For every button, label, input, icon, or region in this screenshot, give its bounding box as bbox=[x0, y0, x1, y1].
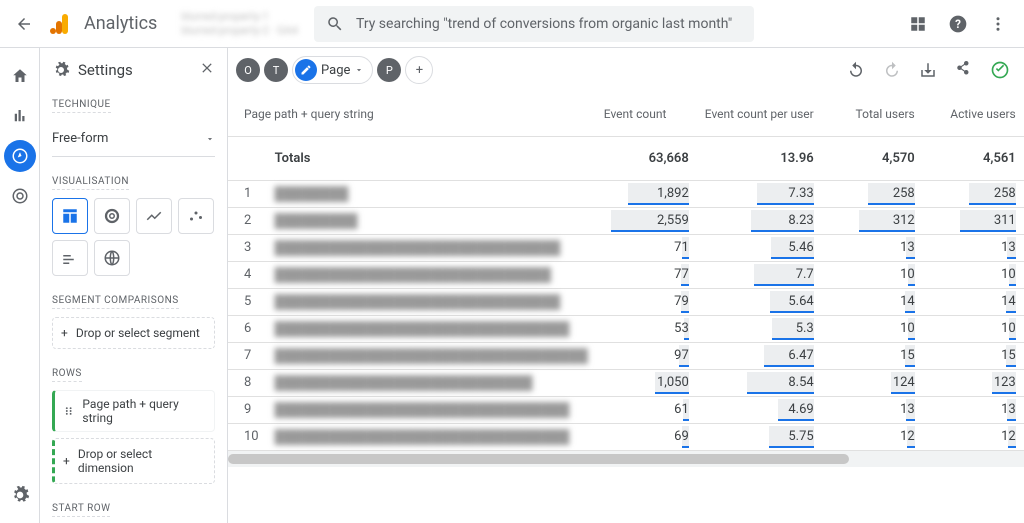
pencil-icon bbox=[300, 64, 312, 76]
dimension-dropzone[interactable]: +Drop or select dimension bbox=[52, 438, 215, 484]
global-search[interactable]: Try searching "trend of conversions from… bbox=[314, 6, 754, 42]
chip-t[interactable]: T bbox=[264, 58, 288, 82]
visualisation-label: VISUALISATION bbox=[52, 176, 129, 190]
table-row[interactable]: 4██████████████████████████████777.71010… bbox=[228, 261, 1024, 288]
table-row[interactable]: 5███████████████████████████████795.6414… bbox=[228, 288, 1024, 315]
globe-icon bbox=[103, 249, 121, 267]
explore-icon bbox=[11, 147, 29, 165]
gear-icon bbox=[52, 61, 70, 79]
table-row[interactable]: 9████████████████████████████████614.691… bbox=[228, 396, 1024, 423]
undo-button[interactable] bbox=[840, 54, 872, 86]
arrow-left-icon bbox=[15, 15, 33, 33]
undo-icon bbox=[847, 61, 865, 79]
back-button[interactable] bbox=[8, 8, 40, 40]
segment-label: SEGMENT COMPARISONS bbox=[52, 295, 179, 309]
search-placeholder: Try searching "trend of conversions from… bbox=[356, 16, 732, 32]
content-area: O T Page P + Page path + query st bbox=[228, 48, 1024, 523]
help-icon: ? bbox=[948, 14, 968, 34]
scatter-icon bbox=[187, 207, 205, 225]
add-tab-button[interactable]: + bbox=[405, 56, 433, 84]
nav-reports[interactable] bbox=[4, 100, 36, 132]
brand-name: Analytics bbox=[84, 13, 157, 34]
chip-p[interactable]: P bbox=[377, 58, 401, 82]
viz-scatter-button[interactable] bbox=[178, 198, 214, 234]
viz-donut-button[interactable] bbox=[94, 198, 130, 234]
redo-icon bbox=[883, 61, 901, 79]
table-row[interactable]: 8████████████████████████████1,0508.5412… bbox=[228, 369, 1024, 396]
close-settings-button[interactable] bbox=[199, 60, 215, 80]
table-row[interactable]: 10████████████████████████████████695.75… bbox=[228, 423, 1024, 450]
nav-advertising[interactable] bbox=[4, 180, 36, 212]
apps-button[interactable] bbox=[900, 6, 936, 42]
chevron-down-icon bbox=[205, 134, 215, 144]
nav-admin[interactable] bbox=[4, 479, 36, 511]
chip-o[interactable]: O bbox=[236, 58, 260, 82]
table-row[interactable]: 2█████████2,5598.23312311415 bbox=[228, 207, 1024, 234]
home-icon bbox=[11, 67, 29, 85]
close-icon bbox=[199, 60, 215, 76]
bar-chart-icon bbox=[11, 107, 29, 125]
viz-geo-button[interactable] bbox=[94, 240, 130, 276]
nav-explore[interactable] bbox=[4, 140, 36, 172]
property-switcher[interactable]: blurred-property-1 blurred-property-2 · … bbox=[181, 10, 298, 36]
table-row[interactable]: 7██████████████████████████████████976.4… bbox=[228, 342, 1024, 369]
check-circle-icon bbox=[990, 60, 1010, 80]
table-icon bbox=[61, 207, 79, 225]
more-vert-icon bbox=[989, 15, 1007, 33]
segment-dropzone[interactable]: +Drop or select segment bbox=[52, 317, 215, 349]
table-header-row: Page path + query string Event count Eve… bbox=[228, 92, 1024, 136]
download-button[interactable] bbox=[912, 54, 944, 86]
download-icon bbox=[919, 61, 937, 79]
viz-bar-button[interactable] bbox=[52, 240, 88, 276]
table-row[interactable]: 3███████████████████████████████715.4613… bbox=[228, 234, 1024, 261]
redo-button[interactable] bbox=[876, 54, 908, 86]
viz-line-button[interactable] bbox=[136, 198, 172, 234]
analytics-logo-icon bbox=[48, 12, 72, 36]
help-button[interactable]: ? bbox=[940, 6, 976, 42]
row-dimension-chip[interactable]: Page path + query string bbox=[52, 390, 215, 432]
line-icon bbox=[145, 207, 163, 225]
settings-panel: Settings TECHNIQUE Free-form VISUALISATI… bbox=[40, 48, 228, 523]
totals-row: Totals63,66813.964,5704,5615,184 bbox=[228, 136, 1024, 180]
gear-icon bbox=[10, 485, 30, 505]
horizontal-scrollbar[interactable] bbox=[228, 451, 1024, 467]
top-bar: Analytics blurred-property-1 blurred-pro… bbox=[0, 0, 1024, 48]
settings-title: Settings bbox=[78, 61, 133, 79]
drag-icon bbox=[63, 405, 74, 417]
more-menu-button[interactable] bbox=[980, 6, 1016, 42]
table-row[interactable]: 6████████████████████████████████535.310… bbox=[228, 315, 1024, 342]
share-icon bbox=[955, 61, 973, 79]
target-icon bbox=[11, 187, 29, 205]
report-toolbar: O T Page P + bbox=[228, 48, 1024, 92]
bars-icon bbox=[61, 249, 79, 267]
search-icon bbox=[326, 15, 344, 33]
nav-rail bbox=[0, 48, 40, 523]
donut-icon bbox=[103, 207, 121, 225]
rows-label: ROWS bbox=[52, 368, 82, 382]
page-tab[interactable]: Page bbox=[292, 56, 373, 84]
chevron-down-icon bbox=[354, 65, 364, 75]
start-row-label: START ROW bbox=[52, 503, 110, 517]
table-row[interactable]: 1████████1,8927.33258258322 bbox=[228, 180, 1024, 207]
data-table[interactable]: Page path + query string Event count Eve… bbox=[228, 92, 1024, 523]
technique-label: TECHNIQUE bbox=[52, 99, 111, 113]
svg-text:?: ? bbox=[955, 17, 961, 31]
nav-home[interactable] bbox=[4, 60, 36, 92]
viz-table-button[interactable] bbox=[52, 198, 88, 234]
grid-icon bbox=[909, 15, 927, 33]
technique-select[interactable]: Free-form bbox=[52, 121, 215, 157]
share-button[interactable] bbox=[948, 54, 980, 86]
status-button[interactable] bbox=[984, 54, 1016, 86]
